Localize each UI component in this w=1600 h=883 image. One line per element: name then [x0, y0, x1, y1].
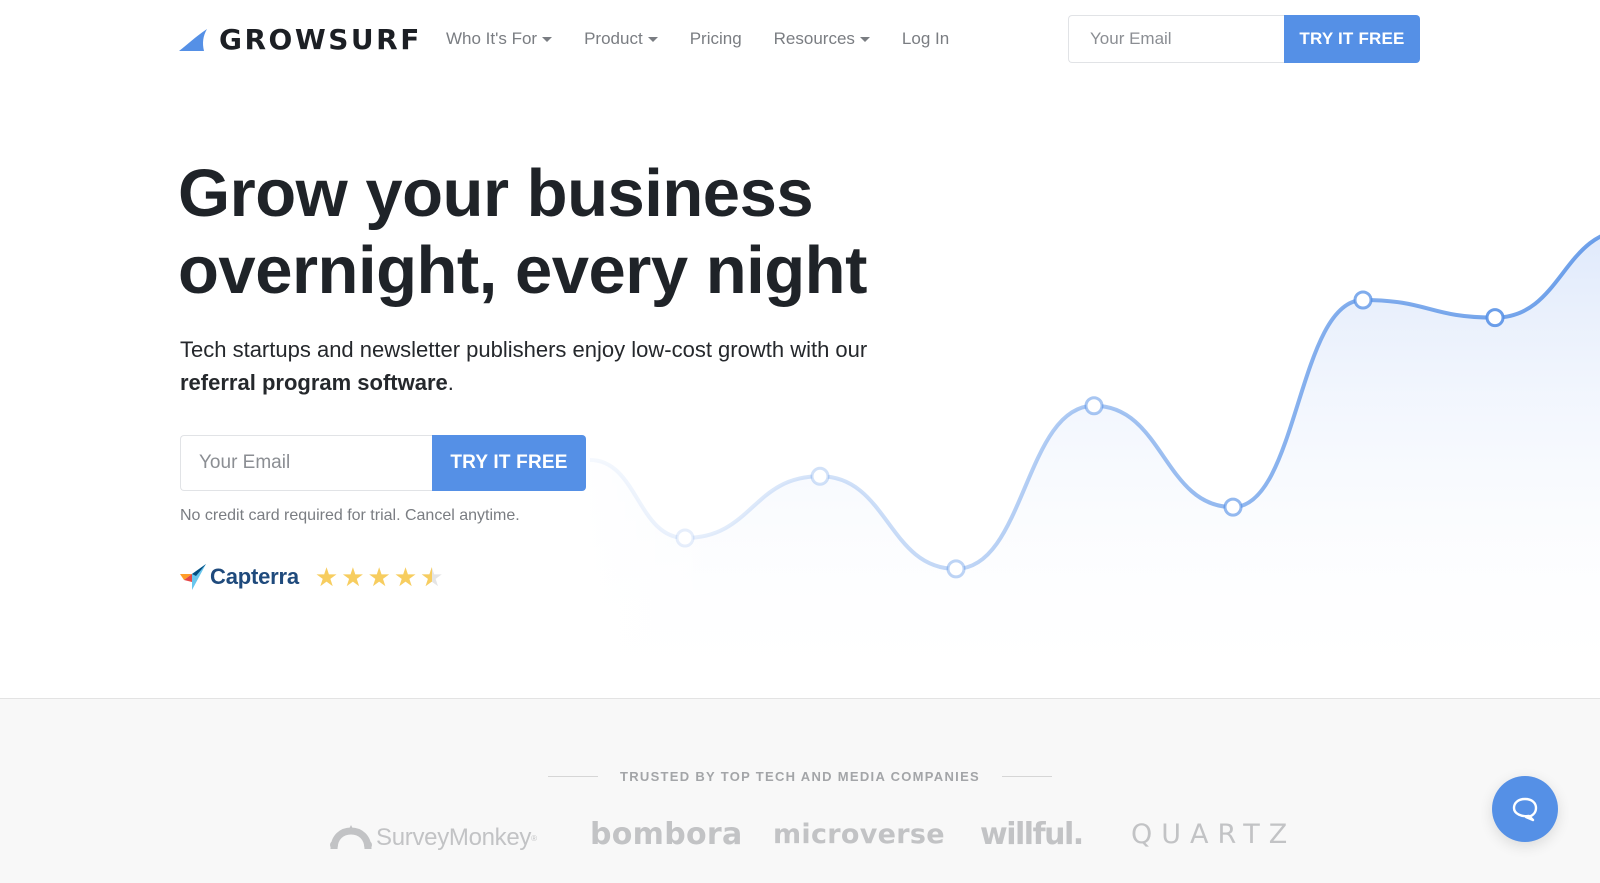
nav-links: Who It's For Product Pricing Resources L… [446, 29, 981, 49]
nav-signup-form: TRY IT FREE [1068, 15, 1420, 63]
nav-link-label: Pricing [689, 29, 742, 48]
nav-resources[interactable]: Resources [774, 29, 870, 49]
trusted-by-heading: TRUSTED BY TOP TECH AND MEDIA COMPANIES [0, 769, 1600, 784]
brand-name: GROWSURF [219, 23, 422, 56]
top-nav: GROWSURF Who It's For Product Pricing Re… [0, 0, 1600, 80]
logo-text: SurveyMonkey [376, 824, 532, 851]
chart-point [946, 559, 966, 579]
logo[interactable]: GROWSURF [179, 23, 422, 56]
nav-product[interactable]: Product [584, 29, 658, 49]
trial-note: No credit card required for trial. Cance… [180, 507, 520, 524]
capterra-rating[interactable]: Capterra ★ ★ ★ ★ ★ [180, 564, 443, 590]
nav-link-label: Log In [901, 29, 950, 48]
chart-point [1353, 290, 1373, 310]
chat-bubble-icon [1512, 797, 1538, 822]
capterra-name: Capterra [210, 564, 299, 589]
divider-line [1002, 776, 1053, 777]
subhead-end: . [447, 370, 454, 395]
subhead-bold: referral program software [180, 370, 448, 395]
star-rating: ★ ★ ★ ★ ★ [315, 564, 444, 590]
logo-microverse: microverse [773, 819, 945, 850]
chart-point [675, 528, 695, 548]
hero-try-free-button[interactable]: TRY IT FREE [432, 435, 586, 491]
star-icon: ★ [367, 562, 391, 592]
nav-link-label: Resources [773, 29, 855, 48]
nav-try-free-button[interactable]: TRY IT FREE [1284, 15, 1420, 63]
nav-email-input[interactable] [1068, 15, 1284, 63]
divider-line [547, 776, 598, 777]
nav-pricing[interactable]: Pricing [690, 29, 742, 49]
logo-willful: willful. [980, 817, 1084, 852]
hero-section: Grow your business overnight, every nigh… [0, 80, 1600, 698]
nav-link-label: Product [584, 29, 643, 48]
hero-signup-form: TRY IT FREE [180, 435, 586, 491]
headline-line-1: Grow your business [178, 156, 814, 231]
logo-surveymonkey: SurveyMonkey ® [330, 823, 537, 853]
page: GROWSURF Who It's For Product Pricing Re… [0, 0, 1600, 883]
hero-email-input[interactable] [180, 435, 432, 491]
star-icon: ★ [341, 562, 365, 592]
nav-link-label: Who It's For [446, 29, 538, 48]
surveymonkey-icon [330, 825, 372, 850]
chart-point [810, 466, 830, 486]
company-logos: SurveyMonkey ® bombora microverse willful… [0, 817, 1600, 867]
trusted-by-section: TRUSTED BY TOP TECH AND MEDIA COMPANIES … [0, 698, 1600, 883]
fin-logo-icon [179, 28, 207, 51]
logo-quartz: QUARTZ [1131, 819, 1297, 850]
star-icon: ★ [393, 562, 418, 592]
chart-point [1084, 396, 1104, 416]
nav-log-in[interactable]: Log In [902, 29, 949, 49]
star-icon: ★ [420, 564, 443, 590]
capterra-logo-icon [180, 564, 206, 590]
caret-down-icon [859, 37, 870, 42]
star-icon: ★ [314, 562, 339, 592]
chat-launcher-button[interactable] [1492, 776, 1558, 842]
headline-line-2: overnight, every night [178, 233, 867, 308]
caret-down-icon [647, 37, 658, 42]
chart-point [1223, 497, 1243, 517]
nav-who-its-for[interactable]: Who It's For [446, 29, 553, 49]
subhead-text: Tech startups and newsletter publishers … [180, 337, 868, 362]
trusted-by-text: TRUSTED BY TOP TECH AND MEDIA COMPANIES [619, 769, 981, 784]
chart-point [1485, 308, 1505, 328]
hero-subheadline: Tech startups and newsletter publishers … [180, 333, 940, 399]
caret-down-icon [542, 37, 553, 42]
logo-bombora: bombora [590, 817, 743, 852]
hero-headline: Grow your business overnight, every nigh… [178, 155, 867, 309]
